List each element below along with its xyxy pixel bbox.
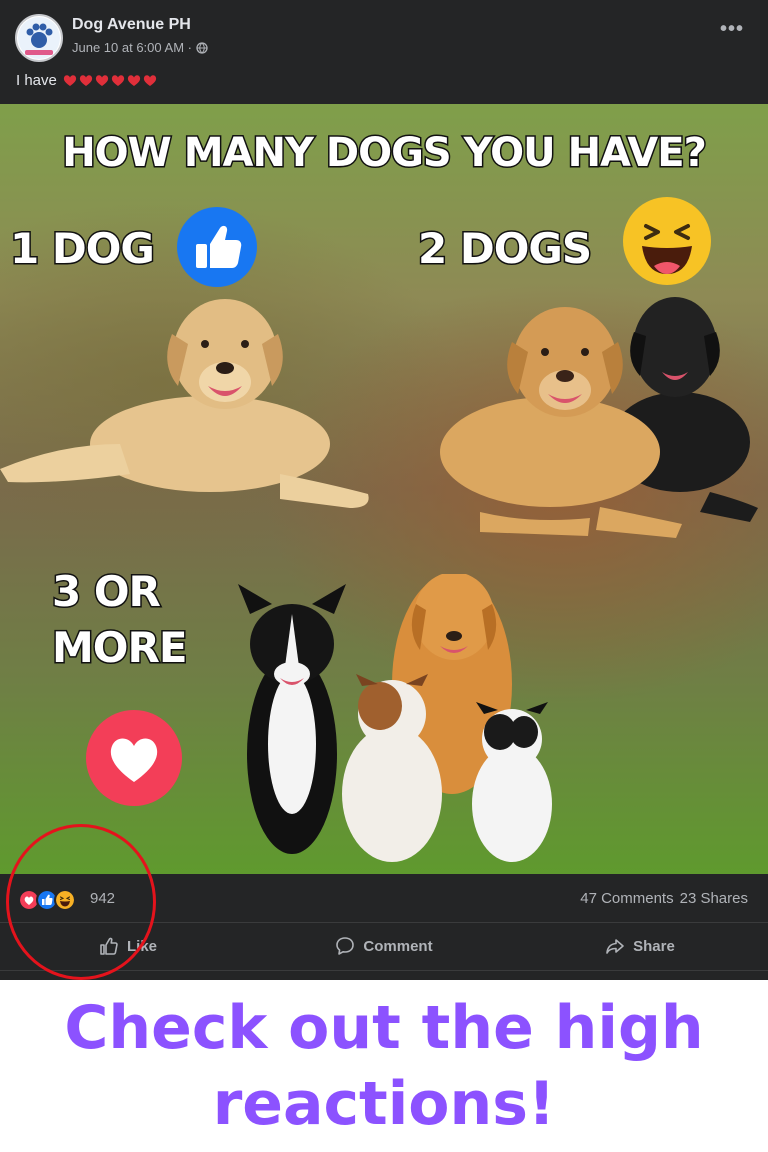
haha-icon <box>623 197 711 285</box>
red-annotation-circle <box>6 824 156 980</box>
shares-count[interactable]: 23 Shares <box>680 890 748 907</box>
post-meta: June 10 at 6:00 AM · <box>72 40 208 55</box>
heart-icon <box>63 75 76 86</box>
more-options-button[interactable]: ••• <box>720 19 744 39</box>
comment-label: Comment <box>363 937 433 955</box>
option-1-label: 1 DOG <box>9 223 157 275</box>
page-name[interactable]: Dog Avenue PH <box>72 16 191 34</box>
post-header: Dog Avenue PH June 10 at 6:00 AM · ••• I… <box>0 0 768 104</box>
love-icon <box>86 710 182 806</box>
share-label: Share <box>633 937 675 955</box>
comment-icon <box>336 937 355 955</box>
comments-shares: 47 Comments 23 Shares <box>580 890 748 907</box>
comment-button[interactable]: Comment <box>256 922 512 970</box>
paw-logo-icon <box>18 17 60 59</box>
caption-hearts <box>63 74 157 87</box>
option-3-label: 3 OR MORE <box>51 566 190 674</box>
globe-icon <box>196 41 208 54</box>
two-labradors-image <box>440 297 758 538</box>
yellow-labrador-image <box>0 299 369 508</box>
option-2-label: 2 DOGS <box>416 223 593 275</box>
caption-text: I have <box>16 72 57 89</box>
like-icon <box>177 207 257 287</box>
heart-icon <box>143 75 156 86</box>
overlay-caption: Check out the high reactions! <box>64 993 704 1139</box>
post-timestamp[interactable]: June 10 at 6:00 AM · <box>72 40 192 55</box>
post-image[interactable]: HOW MANY DOGS YOU HAVE? 1 DOG 2 DOGS 3 O… <box>0 104 768 874</box>
share-icon <box>606 939 624 954</box>
four-dogs-image <box>238 574 552 862</box>
comments-count[interactable]: 47 Comments <box>580 890 673 907</box>
heart-icon <box>127 75 140 86</box>
heart-icon <box>79 75 92 86</box>
heart-icon <box>95 75 108 86</box>
page-avatar[interactable] <box>15 14 63 62</box>
heart-icon <box>111 75 124 86</box>
post-caption: I have <box>16 72 157 89</box>
image-title: HOW MANY DOGS YOU HAVE? <box>61 129 709 178</box>
share-button[interactable]: Share <box>512 922 768 970</box>
